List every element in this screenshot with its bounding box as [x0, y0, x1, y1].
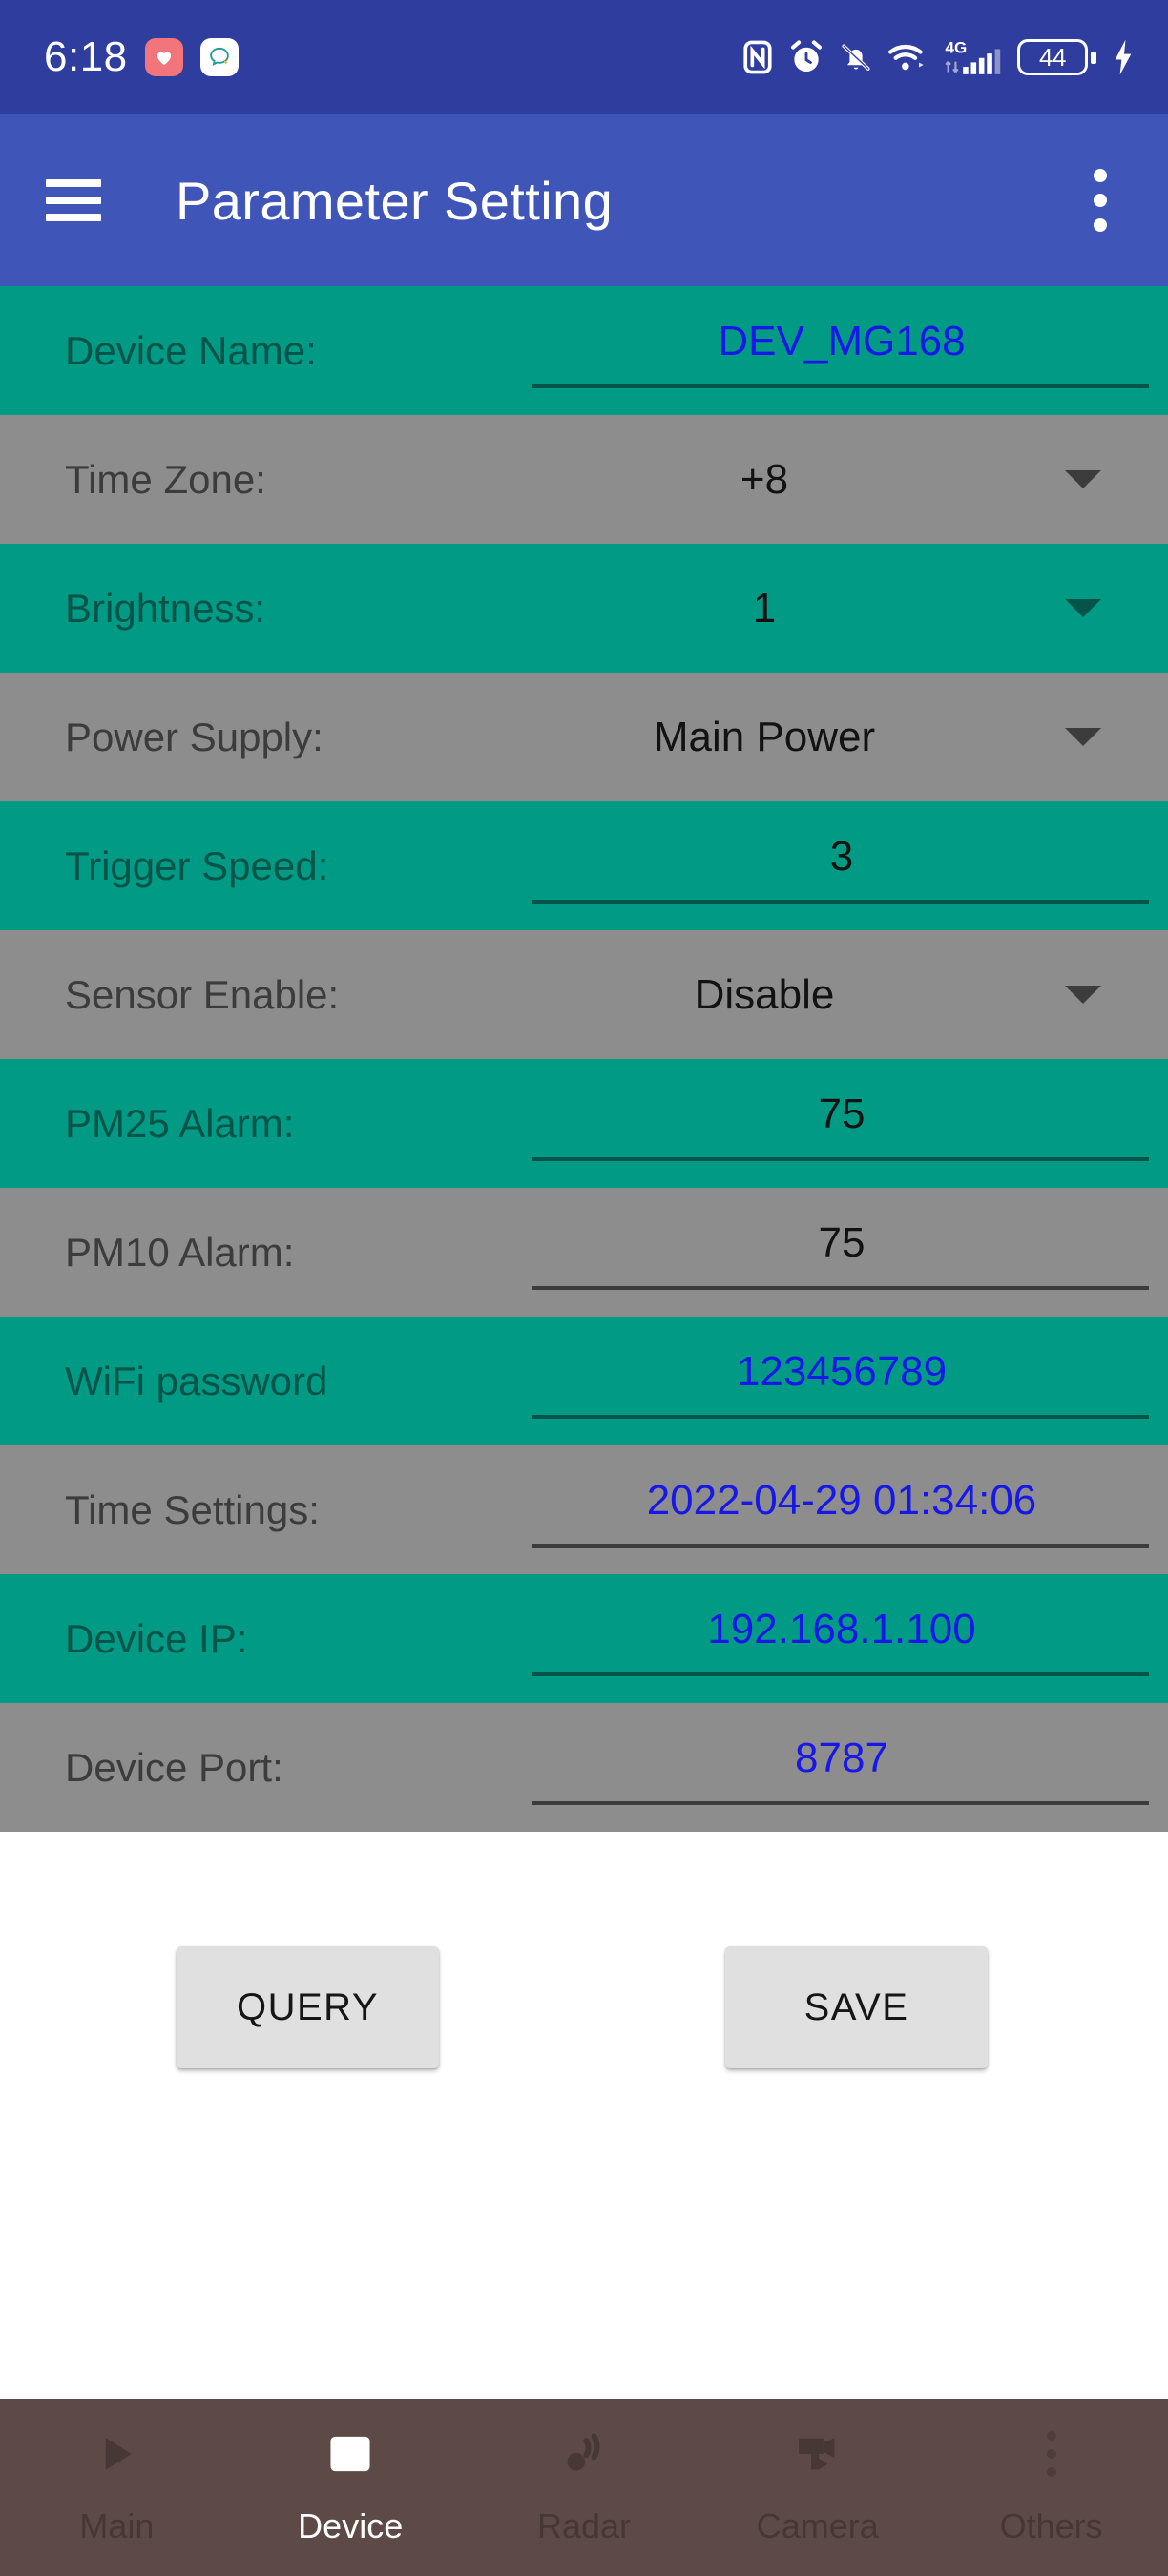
nav-label: Device: [298, 2506, 404, 2545]
form-label: PM25 Alarm:: [65, 1100, 295, 1146]
field-value: 192.168.1.100: [707, 1605, 976, 1652]
play-triangle-icon: [91, 2422, 142, 2485]
battery-indicator: 44: [1017, 39, 1096, 75]
form-row-power-supply: Power Supply: Main Power: [0, 673, 1168, 801]
device-ip-input[interactable]: 192.168.1.100: [532, 1574, 1158, 1703]
phone-screen: 6:18 4G 44 Parameter Setting Device Name…: [0, 0, 1168, 2576]
form-row-device-ip: Device IP: 192.168.1.100: [0, 1574, 1168, 1703]
status-clock: 6:18: [44, 33, 128, 80]
form-row-pm25-alarm: PM25 Alarm: 75: [0, 1059, 1168, 1188]
form-label: Time Settings:: [65, 1486, 320, 1532]
form-label: Brightness:: [65, 585, 266, 631]
bell-muted-icon: [839, 39, 873, 75]
field-value: Disable: [694, 970, 835, 1018]
status-bar-right: 4G 44: [741, 36, 1136, 78]
status-bar-left: 6:18: [44, 36, 239, 78]
chat-app-icon: [199, 38, 239, 76]
camera-icon: [790, 2422, 845, 2485]
nav-label: Others: [999, 2506, 1103, 2545]
heart-app-icon: [144, 38, 183, 76]
time-zone-select[interactable]: +8: [532, 415, 1158, 544]
device-screen-icon: [323, 2422, 378, 2485]
hamburger-menu-icon[interactable]: [46, 179, 101, 221]
pm10-alarm-input[interactable]: 75: [532, 1188, 1158, 1317]
nav-label: Camera: [756, 2506, 879, 2545]
wifi-password-input[interactable]: 123456789: [532, 1317, 1158, 1445]
field-value: 123456789: [736, 1347, 948, 1395]
time-settings-input[interactable]: 2022-04-29 01:34:06: [532, 1445, 1158, 1574]
pm25-alarm-input[interactable]: 75: [532, 1059, 1158, 1188]
battery-nub: [1091, 51, 1096, 64]
form-row-trigger-speed: Trigger Speed: 3: [0, 801, 1168, 930]
chevron-down-icon: [1065, 728, 1101, 746]
page-title: Parameter Setting: [176, 170, 614, 231]
nav-label: Main: [79, 2506, 155, 2545]
field-value: 8787: [795, 1734, 888, 1781]
form-row-pm10-alarm: PM10 Alarm: 75: [0, 1188, 1168, 1317]
form-row-device-port: Device Port: 8787: [0, 1703, 1168, 1832]
form-label: Device Name:: [65, 327, 317, 373]
form-label: Device Port:: [65, 1744, 283, 1790]
alarm-icon: [788, 39, 824, 75]
form-label: Sensor Enable:: [65, 971, 340, 1017]
charging-bolt-icon: [1111, 38, 1136, 76]
chevron-down-icon: [1065, 986, 1101, 1004]
action-button-row: QUERY SAVE: [0, 1946, 1168, 2068]
nav-item-device[interactable]: Device: [234, 2422, 468, 2546]
nav-label: Radar: [536, 2506, 632, 2545]
battery-level: 44: [1017, 39, 1088, 75]
device-port-input[interactable]: 8787: [532, 1703, 1158, 1832]
nav-item-others[interactable]: Others: [934, 2422, 1168, 2546]
field-value: 1: [752, 584, 777, 632]
device-name-input[interactable]: DEV_MG168: [532, 286, 1158, 415]
form-label: Trigger Speed:: [65, 842, 329, 888]
app-bar: Parameter Setting: [0, 114, 1168, 286]
form-row-device-name: Device Name: DEV_MG168: [0, 286, 1168, 415]
wifi-icon: [887, 39, 929, 75]
form-row-brightness: Brightness: 1: [0, 544, 1168, 673]
form-row-time-zone: Time Zone: +8: [0, 415, 1168, 544]
field-value: DEV_MG168: [718, 317, 966, 364]
nav-item-camera[interactable]: Camera: [700, 2422, 934, 2546]
parameter-form: Device Name: DEV_MG168 Time Zone: +8 Bri…: [0, 286, 1168, 1832]
overflow-menu-icon[interactable]: [1092, 169, 1109, 232]
more-dots-icon: [1046, 2422, 1056, 2485]
bottom-navigation: Main Device Radar Camera Others: [0, 2399, 1168, 2576]
form-row-sensor-enable: Sensor Enable: Disable: [0, 930, 1168, 1059]
status-bar: 6:18 4G 44: [0, 0, 1168, 114]
sensor-enable-select[interactable]: Disable: [532, 930, 1158, 1059]
field-value: +8: [740, 455, 789, 503]
form-label: Time Zone:: [65, 456, 266, 502]
field-value: 2022-04-29 01:34:06: [646, 1476, 1037, 1524]
radar-waves-icon: [557, 2422, 611, 2485]
field-value: 75: [818, 1218, 866, 1266]
nfc-icon: [741, 39, 774, 75]
form-row-wifi-password: WiFi password 123456789: [0, 1317, 1168, 1445]
field-value: 3: [829, 832, 854, 880]
save-button[interactable]: SAVE: [725, 1946, 988, 2068]
action-area: QUERY SAVE: [0, 1832, 1168, 2399]
chevron-down-icon: [1065, 470, 1101, 488]
trigger-speed-input[interactable]: 3: [532, 801, 1158, 930]
form-label: WiFi password: [65, 1358, 328, 1403]
brightness-select[interactable]: 1: [532, 544, 1158, 673]
field-value: 75: [818, 1090, 866, 1137]
form-label: Device IP:: [65, 1615, 248, 1661]
signal-4g-icon: 4G: [944, 36, 1003, 78]
form-row-time-settings: Time Settings: 2022-04-29 01:34:06: [0, 1445, 1168, 1574]
power-supply-select[interactable]: Main Power: [532, 673, 1158, 801]
chevron-down-icon: [1065, 599, 1101, 617]
form-label: Power Supply:: [65, 714, 323, 759]
query-button[interactable]: QUERY: [177, 1946, 439, 2068]
nav-item-main[interactable]: Main: [0, 2422, 234, 2546]
form-label: PM10 Alarm:: [65, 1229, 295, 1275]
nav-item-radar[interactable]: Radar: [468, 2422, 701, 2546]
field-value: Main Power: [653, 713, 876, 760]
svg-text:4G: 4G: [946, 38, 968, 56]
